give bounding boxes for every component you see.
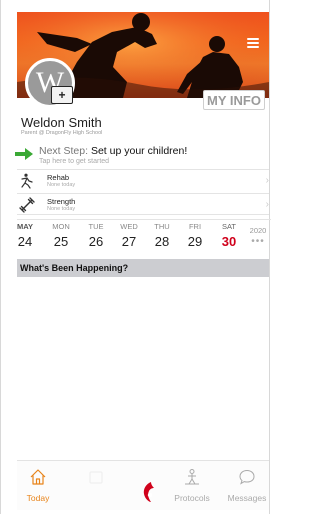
strength-row[interactable]: Strength None today ›	[17, 193, 269, 215]
protocols-icon	[185, 469, 199, 485]
day-name: WED	[120, 222, 138, 231]
day-date: 28	[154, 234, 170, 249]
strength-title: Strength	[47, 197, 76, 206]
dragonfly-logo[interactable]	[142, 481, 156, 503]
rehab-row[interactable]: Rehab None today ›	[17, 169, 269, 191]
day-cell[interactable]: MAY 24	[11, 222, 39, 249]
tab-messages-label: Messages	[227, 493, 267, 503]
tab-today[interactable]: Today	[13, 461, 63, 511]
next-step-title: Next Step: Set up your children!	[39, 145, 187, 157]
my-info-button[interactable]: MY INFO	[203, 90, 265, 110]
rehab-title: Rehab	[47, 173, 70, 182]
home-icon	[30, 469, 46, 485]
rehab-status: None today	[47, 182, 76, 188]
plus-icon: +	[58, 88, 66, 102]
day-date: 29	[187, 234, 203, 249]
tab-calendar[interactable]	[71, 461, 121, 511]
next-step-banner[interactable]: Next Step: Set up your children! Tap her…	[15, 144, 269, 166]
chevron-right-icon: ›	[265, 199, 269, 210]
day-name: FRI	[188, 222, 202, 231]
day-cell[interactable]: WED 27	[115, 222, 143, 249]
hamburger-menu-icon[interactable]	[247, 38, 259, 48]
tab-protocols[interactable]: Protocols	[167, 461, 217, 511]
day-cell-today[interactable]: SAT 30	[215, 222, 243, 249]
day-cell[interactable]: TUE 26	[82, 222, 110, 249]
profile-subtitle: Parent @ DragonFly High School	[21, 130, 103, 136]
year-selector[interactable]: 2020 •••	[247, 226, 269, 247]
day-date: 27	[121, 234, 137, 249]
tab-protocols-label: Protocols	[174, 493, 210, 503]
profile-name: Weldon Smith	[21, 115, 102, 130]
day-name: SAT	[221, 222, 237, 231]
next-step-action: Set up your children!	[90, 145, 188, 157]
calendar-icon	[89, 471, 103, 484]
bottom-tab-bar: Today Protocols Messages	[17, 460, 269, 510]
strength-status: None today	[47, 206, 76, 212]
day-name: TUE	[88, 222, 104, 231]
section-title: What's Been Happening?	[20, 263, 129, 273]
rehab-icon	[21, 173, 33, 189]
week-calendar-strip: MAY 24 MON 25 TUE 26 WED 27 THU 28 FRI 2…	[17, 219, 271, 253]
day-cell[interactable]: FRI 29	[181, 222, 209, 249]
section-header: What's Been Happening?	[17, 259, 269, 277]
tab-messages[interactable]: Messages	[222, 461, 272, 511]
day-name: THU	[154, 222, 170, 231]
day-date: 25	[53, 234, 69, 249]
day-name: MON	[52, 222, 70, 231]
tab-today-label: Today	[26, 493, 50, 503]
next-step-hint: Tap here to get started	[39, 158, 110, 165]
year-label: 2020	[249, 226, 267, 235]
day-cell[interactable]: THU 28	[148, 222, 176, 249]
chat-bubble-icon	[239, 469, 255, 485]
arrow-right-icon	[15, 148, 33, 160]
day-cell[interactable]: MON 25	[47, 222, 75, 249]
day-name: MAY	[17, 222, 33, 231]
day-date: 26	[88, 234, 104, 249]
chevron-right-icon: ›	[265, 175, 269, 186]
day-date: 30	[221, 234, 237, 249]
next-step-prefix: Next Step:	[39, 145, 89, 157]
day-date: 24	[17, 234, 33, 249]
app-screen: W + MY INFO Weldon Smith Parent @ Dragon…	[0, 0, 271, 514]
activity-feed	[17, 277, 269, 460]
add-photo-icon[interactable]: +	[51, 86, 73, 104]
more-dots-icon: •••	[251, 236, 265, 247]
strength-icon	[19, 197, 35, 213]
